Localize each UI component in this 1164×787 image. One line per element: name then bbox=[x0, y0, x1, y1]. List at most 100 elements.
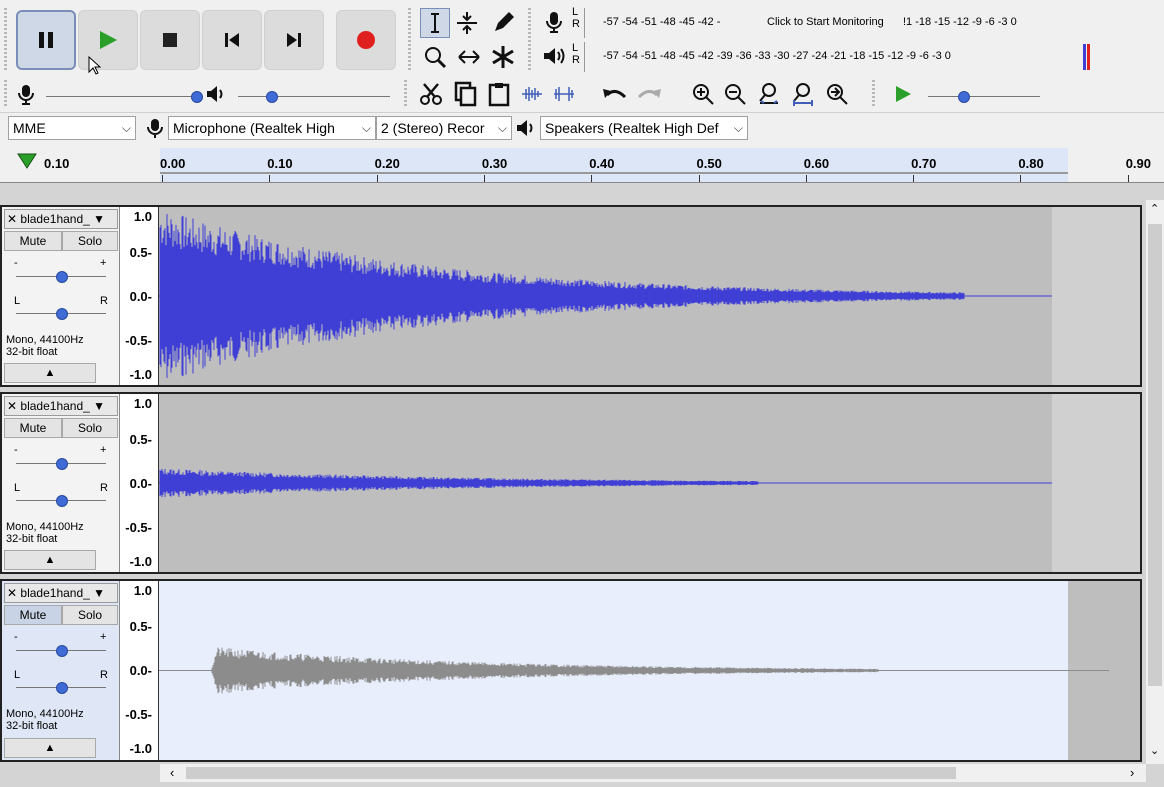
stop-button[interactable] bbox=[140, 10, 200, 70]
recording-channels-select[interactable]: 2 (Stereo) Recor ⌵ bbox=[376, 116, 512, 140]
scroll-left-icon[interactable]: ‹ bbox=[170, 765, 174, 780]
audio-host-select[interactable]: MME ⌵ bbox=[8, 116, 136, 140]
timeline-options-icon[interactable] bbox=[16, 152, 38, 170]
asterisk-icon bbox=[492, 46, 514, 68]
collapse-arrow-icon: ▲ bbox=[44, 742, 56, 754]
play-button[interactable] bbox=[78, 10, 138, 70]
silence-button[interactable] bbox=[550, 80, 578, 108]
mute-button[interactable]: Mute bbox=[4, 418, 62, 438]
horizontal-scrollbar[interactable]: ‹ › bbox=[160, 764, 1146, 782]
skip-to-start-button[interactable] bbox=[202, 10, 262, 70]
track-control-panel: ✕ blade1hand_ ▼ Mute Solo - + L R Mono, … bbox=[2, 394, 120, 572]
solo-button[interactable]: Solo bbox=[62, 231, 118, 251]
timeline-start-label: 0.10 bbox=[44, 156, 70, 171]
trim-button[interactable] bbox=[518, 80, 546, 108]
mute-button[interactable]: Mute bbox=[4, 605, 62, 625]
pencil-icon bbox=[495, 12, 514, 31]
waveform[interactable] bbox=[159, 394, 1140, 572]
waveform[interactable] bbox=[159, 207, 1140, 385]
recording-device-select[interactable]: Microphone (Realtek High ⌵ bbox=[168, 116, 376, 140]
collapse-track-button[interactable]: ▲ bbox=[4, 550, 96, 570]
zoom-in-button[interactable] bbox=[688, 80, 718, 108]
collapse-track-button[interactable]: ▲ bbox=[4, 363, 96, 383]
zoom-out-button[interactable] bbox=[720, 80, 750, 108]
track-name-button[interactable]: ✕ blade1hand_ ▼ bbox=[4, 583, 118, 603]
solo-button[interactable]: Solo bbox=[62, 605, 118, 625]
timeline-tick bbox=[376, 175, 378, 182]
redo-button[interactable] bbox=[634, 80, 664, 108]
scroll-right-icon[interactable]: › bbox=[1130, 765, 1134, 780]
speaker-icon bbox=[517, 120, 533, 136]
zoom-toggle-button[interactable] bbox=[822, 80, 852, 108]
vertical-scroll-thumb[interactable] bbox=[1148, 224, 1162, 686]
playback-volume-slider[interactable] bbox=[238, 96, 390, 97]
playback-meter[interactable]: -57 -54 -51 -48 -45 -42 -39 -36 -33 -30 … bbox=[584, 42, 1090, 72]
pan-knob[interactable] bbox=[56, 682, 68, 694]
vertical-scrollbar[interactable]: ⌃ ⌄ bbox=[1146, 200, 1164, 764]
time-shift-tool-button[interactable] bbox=[454, 42, 484, 72]
track-menu-icon: ▼ bbox=[93, 399, 106, 413]
clip-indicator bbox=[1087, 44, 1090, 70]
mute-button[interactable]: Mute bbox=[4, 231, 62, 251]
selection-tool-button[interactable] bbox=[420, 8, 450, 38]
toolbar-grip[interactable] bbox=[4, 8, 7, 72]
multi-tool-button[interactable] bbox=[488, 42, 518, 72]
fit-project-button[interactable] bbox=[788, 80, 818, 108]
pause-button[interactable] bbox=[16, 10, 76, 70]
solo-button[interactable]: Solo bbox=[62, 418, 118, 438]
playback-speed-slider[interactable] bbox=[928, 96, 1040, 97]
close-track-icon[interactable]: ✕ bbox=[5, 399, 17, 413]
skip-to-end-button[interactable] bbox=[264, 10, 324, 70]
recording-volume-knob[interactable] bbox=[191, 91, 203, 103]
record-meter-button[interactable] bbox=[540, 8, 568, 36]
recording-volume-slider[interactable] bbox=[46, 96, 196, 97]
gain-knob[interactable] bbox=[56, 645, 68, 657]
record-meter[interactable]: -57 -54 -51 -48 -45 -42 - Click to Start… bbox=[584, 8, 1089, 38]
track-name-button[interactable]: ✕ blade1hand_ ▼ bbox=[4, 396, 118, 416]
undo-button[interactable] bbox=[600, 80, 630, 108]
zoom-tool-button[interactable] bbox=[420, 42, 450, 72]
pan-knob[interactable] bbox=[56, 308, 68, 320]
paste-button[interactable] bbox=[484, 80, 514, 108]
skip-start-icon bbox=[225, 33, 239, 47]
scroll-up-icon[interactable]: ⌃ bbox=[1150, 202, 1159, 215]
horizontal-scroll-thumb[interactable] bbox=[186, 767, 956, 779]
draw-tool-button[interactable] bbox=[488, 8, 518, 38]
timeline-tick bbox=[1020, 175, 1022, 182]
playback-meter-button[interactable] bbox=[540, 42, 568, 70]
gain-knob[interactable] bbox=[56, 271, 68, 283]
audio-track-selected[interactable]: ✕ blade1hand_ ▼ Mute Solo - + L R Mono, … bbox=[0, 579, 1142, 762]
vertical-ruler: 1.0 0.5- 0.0- -0.5- -1.0 bbox=[120, 207, 159, 385]
pan-knob[interactable] bbox=[56, 495, 68, 507]
close-track-icon[interactable]: ✕ bbox=[5, 212, 17, 226]
playback-device-select[interactable]: Speakers (Realtek High Def ⌵ bbox=[540, 116, 748, 140]
audio-track[interactable]: ✕ blade1hand_ ▼ Mute Solo - + L R Mono, … bbox=[0, 392, 1142, 574]
playback-speed-knob[interactable] bbox=[958, 91, 970, 103]
track-name-button[interactable]: ✕ blade1hand_ ▼ bbox=[4, 209, 118, 229]
close-track-icon[interactable]: ✕ bbox=[5, 586, 17, 600]
toolbar-grip[interactable] bbox=[4, 80, 7, 108]
timeline-tick-label: 0.20 bbox=[374, 156, 400, 171]
copy-button[interactable] bbox=[450, 80, 480, 108]
click-to-start-monitoring[interactable]: Click to Start Monitoring bbox=[767, 16, 884, 28]
collapse-track-button[interactable]: ▲ bbox=[4, 738, 96, 758]
gain-knob[interactable] bbox=[56, 458, 68, 470]
playback-volume-knob[interactable] bbox=[266, 91, 278, 103]
toolbar-grip[interactable] bbox=[872, 80, 875, 108]
pan-left-label: L bbox=[14, 295, 21, 307]
envelope-tool-button[interactable] bbox=[452, 8, 482, 38]
pause-icon bbox=[39, 32, 53, 48]
toolbar-grip[interactable] bbox=[404, 80, 407, 108]
play-at-speed-button[interactable] bbox=[888, 80, 918, 108]
cut-button[interactable] bbox=[416, 80, 446, 108]
chevron-down-icon: ⌵ bbox=[733, 121, 743, 135]
toolbar-grip[interactable] bbox=[528, 8, 531, 72]
toolbar-grip[interactable] bbox=[408, 8, 411, 72]
scroll-down-icon[interactable]: ⌄ bbox=[1150, 744, 1159, 757]
record-button[interactable] bbox=[336, 10, 396, 70]
waveform[interactable] bbox=[159, 581, 1140, 760]
play-icon bbox=[100, 31, 117, 49]
chevron-down-icon: ⌵ bbox=[361, 121, 371, 135]
fit-selection-button[interactable] bbox=[754, 80, 784, 108]
audio-track[interactable]: ✕ blade1hand_ ▼ Mute Solo - + L R Mono, … bbox=[0, 205, 1142, 387]
